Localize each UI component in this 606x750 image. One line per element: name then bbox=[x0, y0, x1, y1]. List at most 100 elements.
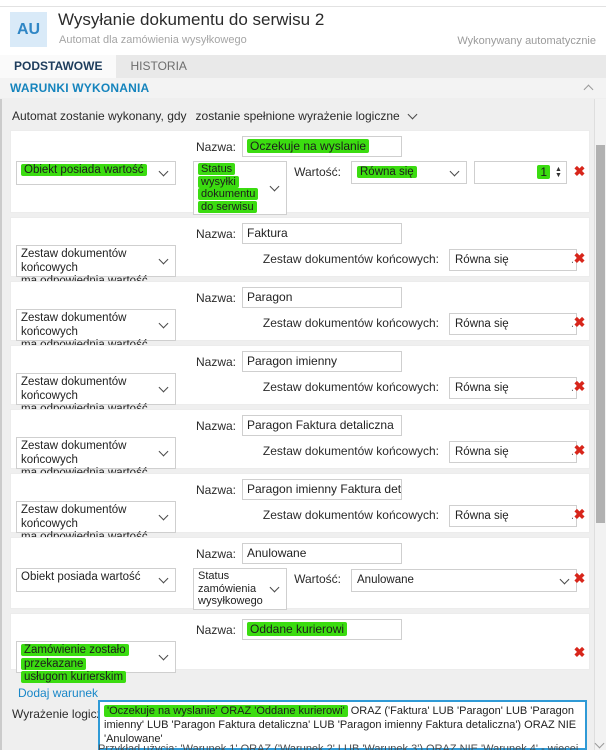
delete-condition-button[interactable]: ✖ bbox=[572, 315, 587, 330]
scrollbar-thumb[interactable] bbox=[596, 145, 605, 523]
condition-name-input[interactable]: Faktura bbox=[242, 223, 402, 244]
condition-card: Nazwa: Oczekuje na wyslanie Obiekt posia… bbox=[10, 130, 590, 213]
delete-condition-button[interactable]: ✖ bbox=[572, 571, 587, 586]
value-label: Wartość: bbox=[251, 165, 341, 179]
name-label: Nazwa: bbox=[11, 419, 236, 433]
trigger-select-value: zostanie spełnione wyrażenie logiczne bbox=[196, 109, 400, 123]
delete-condition-button[interactable]: ✖ bbox=[572, 645, 587, 660]
condition-type-select[interactable]: Zestaw dokumentów końcowychma odpowiedni… bbox=[16, 437, 176, 469]
name-label: Nazwa: bbox=[11, 227, 236, 241]
condition-card: Nazwa: Oddane kurierowi Zamówienie zosta… bbox=[10, 613, 590, 670]
option-text: Zestaw dokumentów końcowych bbox=[21, 312, 126, 338]
execution-mode-label: Wykonywany automatycznie bbox=[457, 35, 596, 47]
operator-value: Równa się bbox=[455, 446, 509, 458]
operator-value: Równa się bbox=[455, 510, 509, 522]
name-label: Nazwa: bbox=[11, 483, 236, 497]
docset-operator-select[interactable]: Równa się ‧ bbox=[449, 313, 577, 335]
section-title: WARUNKI WYKONANIA bbox=[10, 81, 149, 95]
delete-condition-button[interactable]: ✖ bbox=[572, 443, 587, 458]
name-label: Nazwa: bbox=[11, 547, 236, 561]
option-text: Zestaw dokumentów końcowych bbox=[21, 440, 126, 466]
condition-type-select[interactable]: Zestaw dokumentów końcowychma odpowiedni… bbox=[16, 309, 176, 341]
operator-value: Równa się bbox=[455, 382, 509, 394]
docset-label: Zestaw dokumentów końcowych: bbox=[191, 316, 439, 330]
condition-type-select[interactable]: Zestaw dokumentów końcowychma odpowiedni… bbox=[16, 245, 176, 277]
page-subtitle: Automat dla zamówienia wysyłkowego bbox=[59, 34, 247, 46]
condition-name-value: Paragon Faktura detaliczna bbox=[247, 418, 394, 432]
option-text: usługom kurierskim bbox=[21, 671, 126, 683]
condition-name-input[interactable]: Paragon Faktura detaliczna bbox=[242, 415, 402, 436]
condition-name-input[interactable]: Paragon bbox=[242, 287, 402, 308]
operator-value: Równa się bbox=[455, 254, 509, 266]
condition-type-select[interactable]: Obiekt posiada wartość bbox=[16, 161, 176, 185]
page-title: Wysyłanie dokumentu do serwisu 2 bbox=[58, 10, 324, 30]
docset-label: Zestaw dokumentów końcowych: bbox=[191, 508, 439, 522]
condition-name-value: Faktura bbox=[247, 226, 288, 240]
delete-condition-button[interactable]: ✖ bbox=[572, 251, 587, 266]
name-label: Nazwa: bbox=[11, 623, 236, 637]
operator-value: Równa się bbox=[357, 166, 417, 178]
condition-name-input[interactable]: Paragon imienny bbox=[242, 351, 402, 372]
tab-bar: PODSTAWOWE HISTORIA bbox=[0, 55, 606, 78]
value-label: Wartość: bbox=[251, 572, 341, 586]
operator-value: Równa się bbox=[455, 318, 509, 330]
value-select[interactable]: Anulowane bbox=[351, 569, 577, 592]
name-label: Nazwa: bbox=[11, 140, 236, 154]
trigger-label: Automat zostanie wykonany, gdy bbox=[12, 109, 187, 123]
condition-type-select[interactable]: Obiekt posiada wartość bbox=[16, 568, 176, 592]
name-label: Nazwa: bbox=[11, 355, 236, 369]
condition-type-select[interactable]: Zestaw dokumentów końcowychma odpowiedni… bbox=[16, 501, 176, 533]
window-top-strip bbox=[0, 0, 606, 7]
panel-left-edge bbox=[0, 99, 2, 750]
delete-condition-button[interactable]: ✖ bbox=[572, 379, 587, 394]
scrollbar[interactable] bbox=[594, 99, 606, 750]
option-text: Obiekt posiada wartość bbox=[21, 571, 141, 583]
condition-card: Nazwa: Paragon Faktura detaliczna Zestaw… bbox=[10, 409, 590, 469]
condition-card: Nazwa: Faktura Zestaw dokumentów końcowy… bbox=[10, 217, 590, 277]
condition-card: Nazwa: Paragon imienny Faktura detaliczn… bbox=[10, 473, 590, 533]
condition-name-value: Anulowane bbox=[247, 546, 306, 560]
trigger-select[interactable]: zostanie spełnione wyrażenie logiczne bbox=[196, 109, 416, 123]
condition-name-input[interactable]: Oczekuje na wyslanie bbox=[242, 136, 402, 157]
option-text: Zestaw dokumentów końcowych bbox=[21, 248, 126, 274]
name-label: Nazwa: bbox=[11, 291, 236, 305]
number-input[interactable]: 1▲▼ bbox=[474, 161, 567, 184]
collapse-chevron-icon[interactable] bbox=[584, 85, 594, 95]
chevron-down-icon bbox=[407, 110, 417, 120]
expression-highlighted-part: 'Oczekuje na wyslanie' ORAZ 'Oddane kuri… bbox=[104, 705, 348, 717]
docset-operator-select[interactable]: Równa się ‧ bbox=[449, 441, 577, 463]
docset-operator-select[interactable]: Równa się ‧ bbox=[449, 505, 577, 527]
condition-name-input[interactable]: Oddane kurierowi bbox=[242, 619, 402, 640]
condition-name-value: Oddane kurierowi bbox=[247, 622, 347, 636]
condition-card: Nazwa: Anulowane Obiekt posiada wartość … bbox=[10, 537, 590, 609]
docset-operator-select[interactable]: Równa się ‧ bbox=[449, 377, 577, 399]
option-text: Status bbox=[198, 163, 235, 175]
condition-name-value: Paragon imienny Faktura detaliczna bbox=[247, 482, 402, 496]
condition-type-select[interactable]: Zamówienie zostało przekazaneusługom kur… bbox=[16, 641, 176, 673]
condition-name-input[interactable]: Paragon imienny Faktura detaliczna bbox=[242, 479, 402, 500]
option-text: wysyłkowego bbox=[198, 595, 263, 607]
au-badge: AU bbox=[10, 12, 47, 47]
tab-podstawowe[interactable]: PODSTAWOWE bbox=[0, 55, 116, 78]
conditions-list: Nazwa: Oczekuje na wyslanie Obiekt posia… bbox=[10, 130, 590, 674]
spinner-down-icon[interactable]: ▼ bbox=[555, 173, 562, 179]
condition-name-value: Paragon bbox=[247, 290, 292, 304]
delete-condition-button[interactable]: ✖ bbox=[572, 164, 587, 179]
number-value: 1 bbox=[537, 165, 550, 179]
add-condition-link[interactable]: Dodaj warunek bbox=[18, 686, 98, 700]
operator-select[interactable]: Równa się bbox=[351, 161, 467, 184]
condition-type-select[interactable]: Zestaw dokumentów końcowychma odpowiedni… bbox=[16, 373, 176, 405]
option-text: Obiekt posiada wartość bbox=[21, 164, 147, 176]
option-text: Zamówienie zostało przekazane bbox=[21, 644, 129, 670]
option-text: dokumentu bbox=[198, 188, 258, 200]
option-text: zamówienia bbox=[198, 583, 256, 595]
docset-label: Zestaw dokumentów końcowych: bbox=[191, 444, 439, 458]
condition-name-input[interactable]: Anulowane bbox=[242, 543, 402, 564]
tab-historia[interactable]: HISTORIA bbox=[116, 55, 200, 78]
docset-operator-select[interactable]: Równa się ‧ bbox=[449, 249, 577, 271]
docset-label: Zestaw dokumentów końcowych: bbox=[191, 380, 439, 394]
number-spinner[interactable]: ▲▼ bbox=[553, 164, 564, 181]
delete-condition-button[interactable]: ✖ bbox=[572, 507, 587, 522]
automation-header: AU Wysyłanie dokumentu do serwisu 2 Auto… bbox=[0, 7, 606, 55]
section-header: WARUNKI WYKONANIA bbox=[0, 78, 606, 98]
